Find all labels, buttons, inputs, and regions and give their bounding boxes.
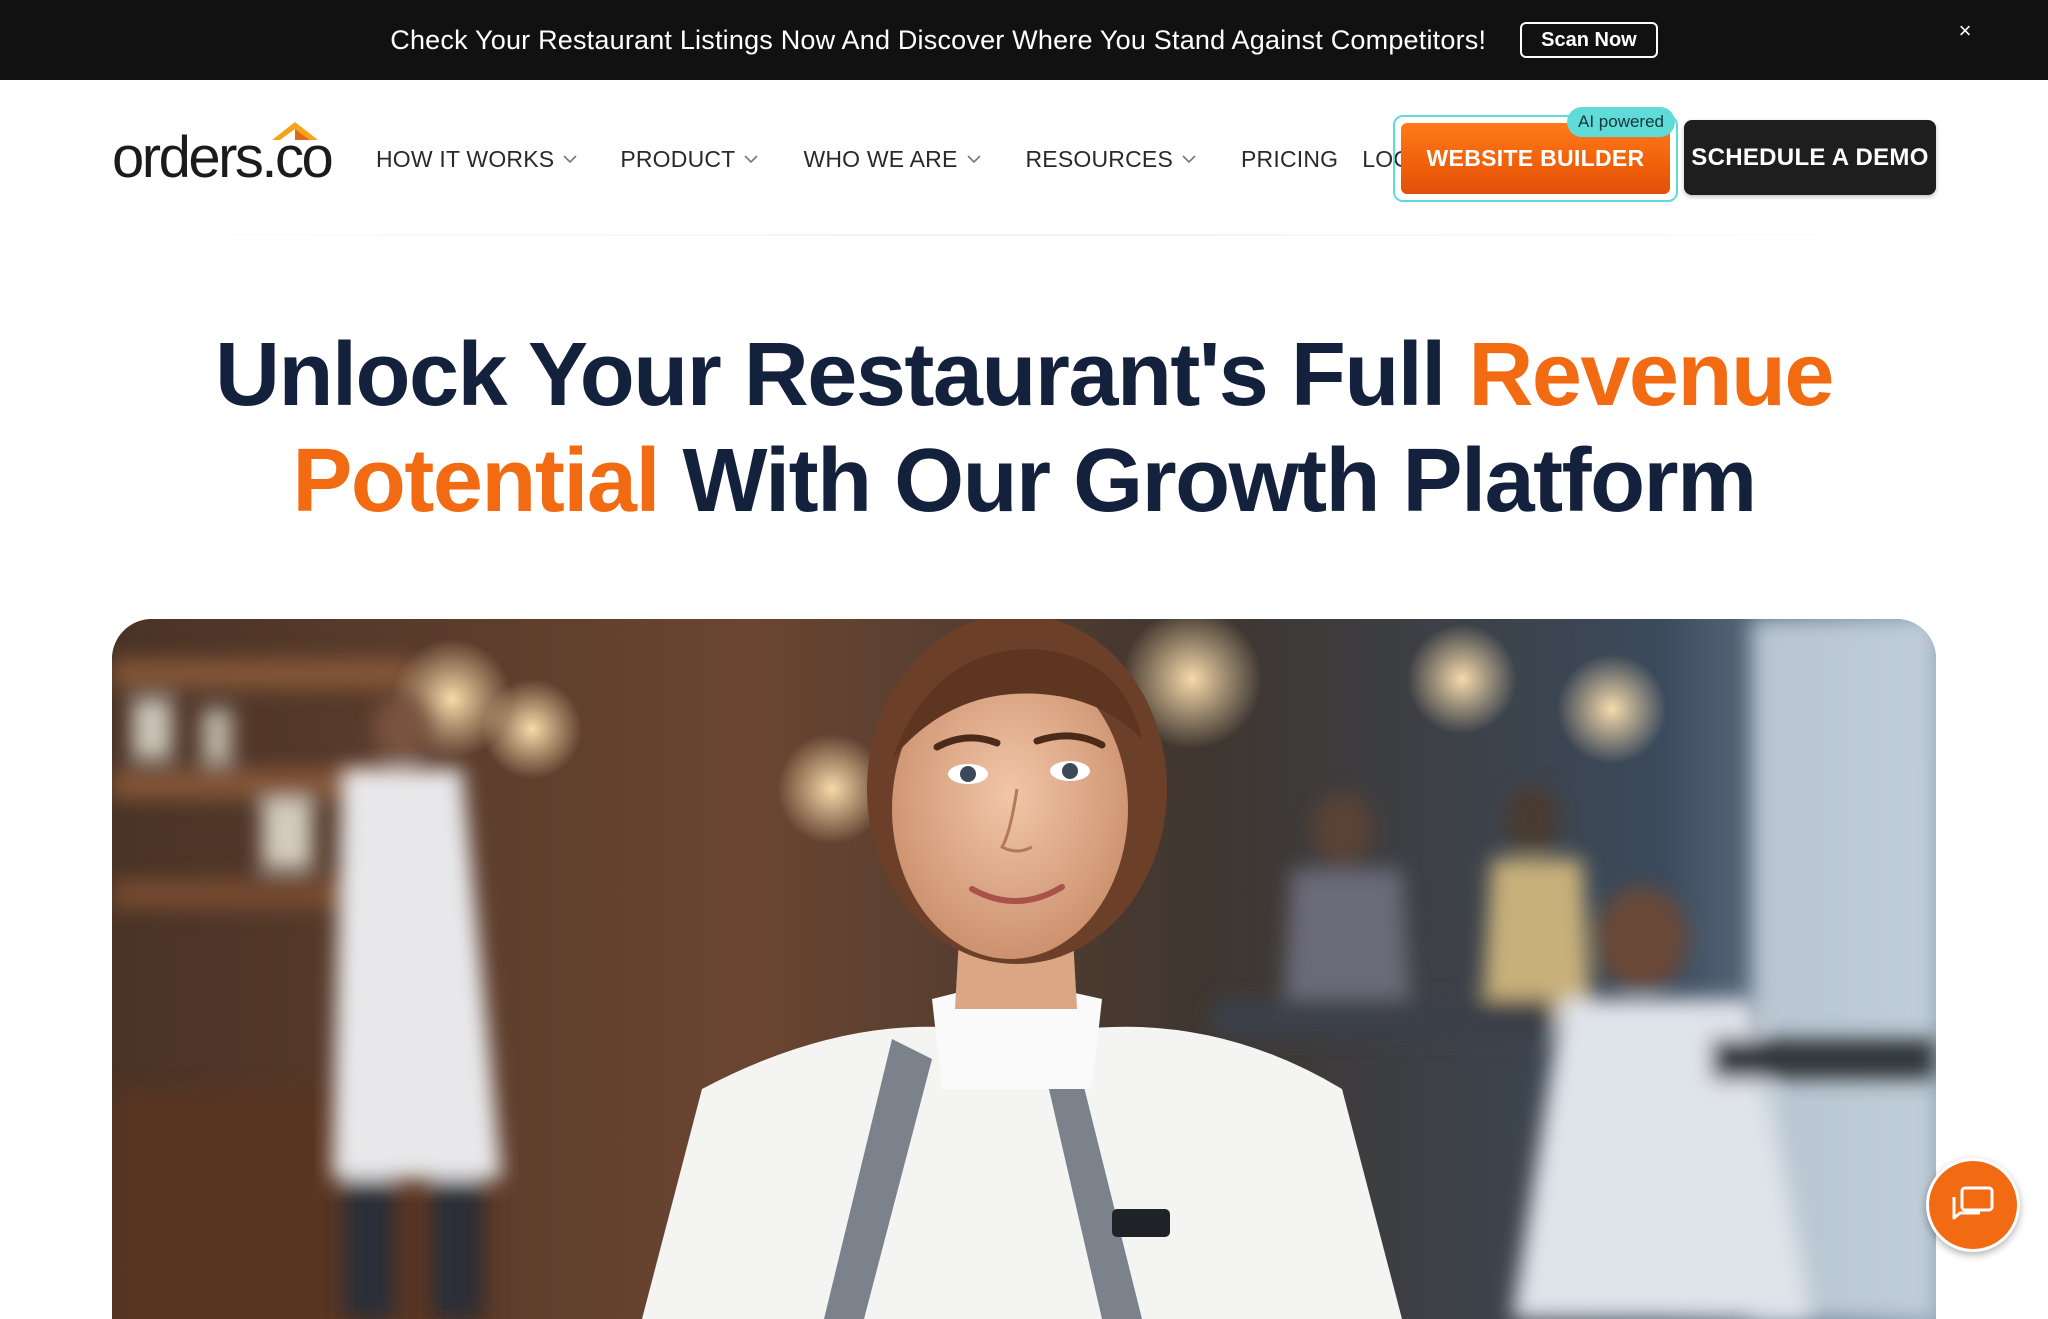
chevron-down-icon xyxy=(563,155,577,164)
nav-product[interactable]: PRODUCT xyxy=(620,146,759,173)
nav-pricing[interactable]: PRICING xyxy=(1241,146,1338,173)
logo-roof-icon xyxy=(272,122,318,140)
schedule-demo-button[interactable]: SCHEDULE A DEMO xyxy=(1684,120,1936,195)
scan-now-button[interactable]: Scan Now xyxy=(1520,22,1658,58)
hero-image xyxy=(112,619,1936,1319)
nav-label: RESOURCES xyxy=(1025,145,1173,172)
headline-part-1: Unlock Your Restaurant's Full xyxy=(215,325,1469,425)
ai-powered-badge: AI powered xyxy=(1567,107,1675,137)
main-nav: HOW IT WORKS PRODUCT WHO WE ARE RESOURCE… xyxy=(376,142,1435,176)
site-header: orders.co HOW IT WORKS PRODUCT WHO WE AR… xyxy=(0,80,2048,236)
close-icon[interactable]: × xyxy=(1952,18,1978,44)
logo[interactable]: orders.co xyxy=(112,120,334,190)
chat-button[interactable] xyxy=(1926,1158,2020,1252)
nav-resources[interactable]: RESOURCES xyxy=(1026,146,1198,173)
nav-label: WHO WE ARE xyxy=(803,145,958,172)
header-divider xyxy=(40,234,2008,236)
nav-who-we-are[interactable]: WHO WE ARE xyxy=(803,146,981,173)
headline-part-2: With Our Growth Platform xyxy=(658,431,1757,531)
nav-label: PRICING xyxy=(1241,145,1339,172)
hero-headline: Unlock Your Restaurant's Full Revenue Po… xyxy=(0,322,2048,534)
chevron-down-icon xyxy=(744,155,759,164)
nav-label: HOW IT WORKS xyxy=(376,145,555,172)
restaurant-scene-illustration xyxy=(112,619,1936,1319)
announcement-bar: Check Your Restaurant Listings Now And D… xyxy=(0,0,2048,80)
chevron-down-icon xyxy=(1182,155,1196,164)
nav-how-it-works[interactable]: HOW IT WORKS xyxy=(376,146,578,173)
nav-label: PRODUCT xyxy=(620,145,736,172)
headline-accent-revenue: Revenue xyxy=(1468,325,1834,425)
chevron-down-icon xyxy=(966,155,981,164)
headline-accent-potential: Potential xyxy=(292,431,660,531)
announcement-text: Check Your Restaurant Listings Now And D… xyxy=(390,24,1487,55)
chat-icon xyxy=(1952,1186,1994,1220)
